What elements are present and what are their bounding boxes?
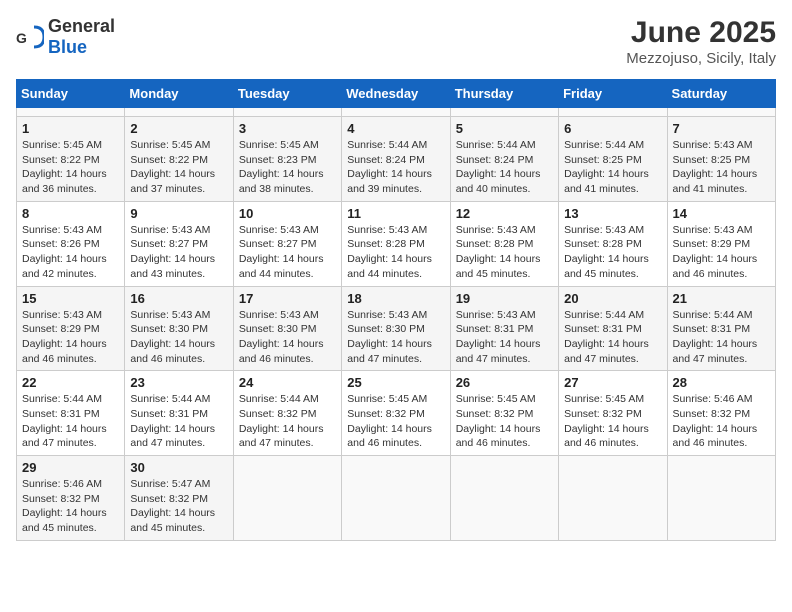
day-21: 21 Sunrise: 5:44 AMSunset: 8:31 PMDaylig…	[667, 286, 775, 371]
day-26: 26 Sunrise: 5:45 AMSunset: 8:32 PMDaylig…	[450, 371, 558, 456]
header: G General Blue June 2025 Mezzojuso, Sici…	[16, 16, 776, 67]
header-thursday: Thursday	[450, 80, 558, 108]
logo-icon: G	[16, 23, 44, 51]
logo-blue: Blue	[48, 37, 87, 57]
day-7: 7 Sunrise: 5:43 AMSunset: 8:25 PMDayligh…	[667, 117, 775, 202]
day-19: 19 Sunrise: 5:43 AMSunset: 8:31 PMDaylig…	[450, 286, 558, 371]
day-29: 29 Sunrise: 5:46 AMSunset: 8:32 PMDaylig…	[17, 456, 125, 541]
header-wednesday: Wednesday	[342, 80, 450, 108]
logo-text: General Blue	[48, 16, 115, 58]
week-row-1	[17, 108, 776, 117]
week-row-4: 15 Sunrise: 5:43 AMSunset: 8:29 PMDaylig…	[17, 286, 776, 371]
header-friday: Friday	[559, 80, 667, 108]
day-23: 23 Sunrise: 5:44 AMSunset: 8:31 PMDaylig…	[125, 371, 233, 456]
empty-cell	[450, 456, 558, 541]
day-20: 20 Sunrise: 5:44 AMSunset: 8:31 PMDaylig…	[559, 286, 667, 371]
empty-cell	[342, 456, 450, 541]
month-title: June 2025	[626, 16, 776, 50]
day-4: 4 Sunrise: 5:44 AMSunset: 8:24 PMDayligh…	[342, 117, 450, 202]
day-3: 3 Sunrise: 5:45 AMSunset: 8:23 PMDayligh…	[233, 117, 341, 202]
logo-general: General	[48, 16, 115, 36]
day-2: 2 Sunrise: 5:45 AMSunset: 8:22 PMDayligh…	[125, 117, 233, 202]
day-10: 10 Sunrise: 5:43 AMSunset: 8:27 PMDaylig…	[233, 201, 341, 286]
day-27: 27 Sunrise: 5:45 AMSunset: 8:32 PMDaylig…	[559, 371, 667, 456]
day-5: 5 Sunrise: 5:44 AMSunset: 8:24 PMDayligh…	[450, 117, 558, 202]
day-6: 6 Sunrise: 5:44 AMSunset: 8:25 PMDayligh…	[559, 117, 667, 202]
empty-cell	[559, 456, 667, 541]
empty-cell	[233, 456, 341, 541]
empty-cell	[667, 108, 775, 117]
day-15: 15 Sunrise: 5:43 AMSunset: 8:29 PMDaylig…	[17, 286, 125, 371]
day-11: 11 Sunrise: 5:43 AMSunset: 8:28 PMDaylig…	[342, 201, 450, 286]
day-13: 13 Sunrise: 5:43 AMSunset: 8:28 PMDaylig…	[559, 201, 667, 286]
svg-text:G: G	[16, 30, 27, 46]
empty-cell	[17, 108, 125, 117]
location-title: Mezzojuso, Sicily, Italy	[626, 50, 776, 67]
day-22: 22 Sunrise: 5:44 AMSunset: 8:31 PMDaylig…	[17, 371, 125, 456]
title-area: June 2025 Mezzojuso, Sicily, Italy	[626, 16, 776, 67]
logo: G General Blue	[16, 16, 115, 58]
empty-cell	[233, 108, 341, 117]
week-row-3: 8 Sunrise: 5:43 AMSunset: 8:26 PMDayligh…	[17, 201, 776, 286]
header-monday: Monday	[125, 80, 233, 108]
week-row-2: 1 Sunrise: 5:45 AMSunset: 8:22 PMDayligh…	[17, 117, 776, 202]
day-16: 16 Sunrise: 5:43 AMSunset: 8:30 PMDaylig…	[125, 286, 233, 371]
day-30: 30 Sunrise: 5:47 AMSunset: 8:32 PMDaylig…	[125, 456, 233, 541]
empty-cell	[342, 108, 450, 117]
week-row-6: 29 Sunrise: 5:46 AMSunset: 8:32 PMDaylig…	[17, 456, 776, 541]
day-9: 9 Sunrise: 5:43 AMSunset: 8:27 PMDayligh…	[125, 201, 233, 286]
header-saturday: Saturday	[667, 80, 775, 108]
week-row-5: 22 Sunrise: 5:44 AMSunset: 8:31 PMDaylig…	[17, 371, 776, 456]
day-1: 1 Sunrise: 5:45 AMSunset: 8:22 PMDayligh…	[17, 117, 125, 202]
day-14: 14 Sunrise: 5:43 AMSunset: 8:29 PMDaylig…	[667, 201, 775, 286]
empty-cell	[559, 108, 667, 117]
empty-cell	[667, 456, 775, 541]
day-12: 12 Sunrise: 5:43 AMSunset: 8:28 PMDaylig…	[450, 201, 558, 286]
days-header-row: Sunday Monday Tuesday Wednesday Thursday…	[17, 80, 776, 108]
header-tuesday: Tuesday	[233, 80, 341, 108]
day-18: 18 Sunrise: 5:43 AMSunset: 8:30 PMDaylig…	[342, 286, 450, 371]
empty-cell	[125, 108, 233, 117]
empty-cell	[450, 108, 558, 117]
day-17: 17 Sunrise: 5:43 AMSunset: 8:30 PMDaylig…	[233, 286, 341, 371]
day-24: 24 Sunrise: 5:44 AMSunset: 8:32 PMDaylig…	[233, 371, 341, 456]
day-25: 25 Sunrise: 5:45 AMSunset: 8:32 PMDaylig…	[342, 371, 450, 456]
header-sunday: Sunday	[17, 80, 125, 108]
calendar-table: Sunday Monday Tuesday Wednesday Thursday…	[16, 79, 776, 541]
day-28: 28 Sunrise: 5:46 AMSunset: 8:32 PMDaylig…	[667, 371, 775, 456]
day-8: 8 Sunrise: 5:43 AMSunset: 8:26 PMDayligh…	[17, 201, 125, 286]
